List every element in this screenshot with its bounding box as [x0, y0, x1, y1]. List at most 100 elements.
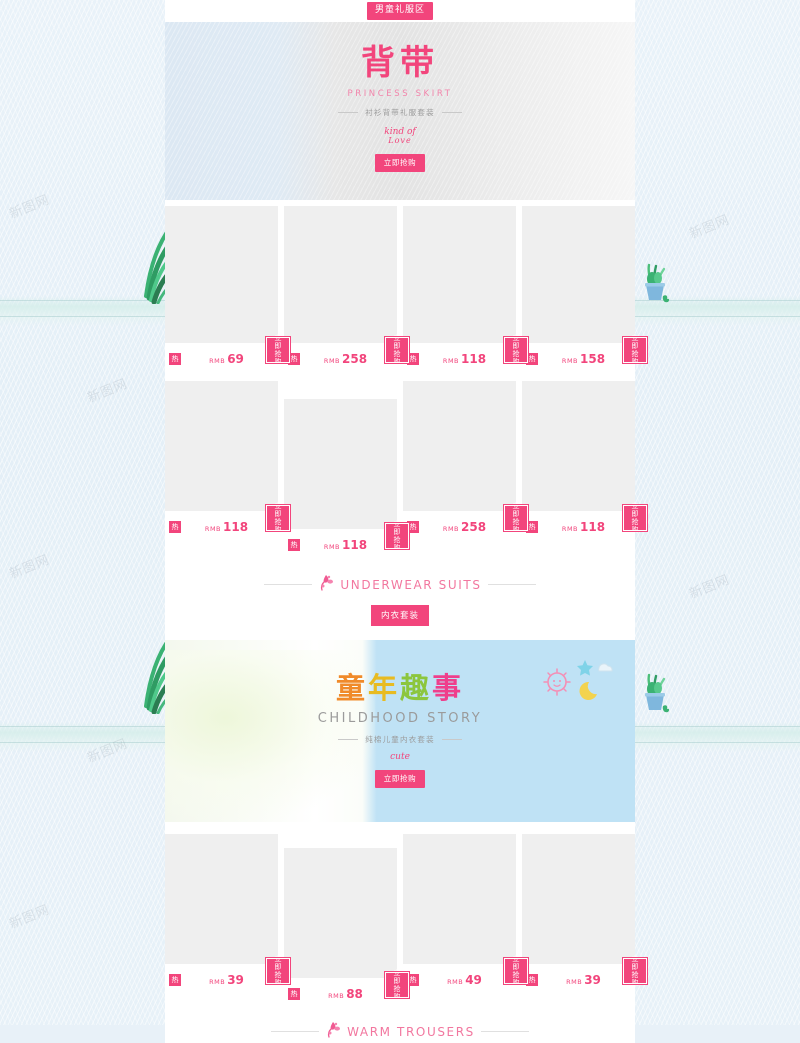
banner1-title: 背带 [361, 43, 439, 83]
product-price: RMB 49 [419, 971, 510, 989]
section-title-row: UNDERWEAR SUITS [165, 573, 635, 596]
price-amount: 39 [227, 973, 244, 987]
product-price: RMB 39 [538, 971, 629, 989]
buy-now-button[interactable]: 立即 抢购 [503, 501, 529, 534]
buy-button-line1: 立即 [393, 333, 401, 350]
main-content-column: 男童礼服区 背带 PRINCESS SKIRT 衬衫背带礼服套装 kind of… [165, 0, 648, 1043]
price-amount: 258 [461, 520, 487, 534]
buy-button-line1: 立即 [631, 333, 639, 350]
product-card[interactable]: 热 RMB 258 立即 抢购 [284, 206, 410, 371]
currency-label: RMB [442, 525, 460, 533]
product-card[interactable]: 热 RMB 39 立即 抢购 [522, 834, 648, 1006]
buy-button-line2: 抢购 [512, 350, 520, 367]
banner2-title-char-0: 童 [335, 671, 368, 705]
product-image[interactable] [403, 381, 516, 511]
price-amount: 118 [580, 520, 606, 534]
buy-button-line2: 抢购 [631, 518, 639, 535]
rule-line-left [338, 739, 359, 740]
buy-button-line1: 立即 [274, 954, 282, 971]
product-price-bar: 热 RMB 49 立即 抢购 [403, 955, 529, 992]
product-card[interactable]: 热 RMB 39 立即 抢购 [165, 834, 291, 1006]
section-title-row: WARM TROUSERS [165, 1020, 635, 1043]
buy-now-button[interactable]: 立即 抢购 [503, 333, 529, 367]
product-price-bar: 热 RMB 118 立即 抢购 [284, 520, 410, 557]
product-price: RMB 88 [300, 985, 391, 1003]
hot-badge: 热 [288, 539, 300, 551]
buy-now-button[interactable]: 立即 抢购 [622, 502, 648, 535]
top-category-tag-row: 男童礼服区 [165, 0, 635, 22]
buy-button-line1: 立即 [512, 333, 520, 350]
banner1-subtitle-cn: 衬衫背带礼服套装 [365, 108, 435, 117]
product-price: RMB 158 [538, 350, 629, 368]
section-underwear-suits: UNDERWEAR SUITS 内衣套装 [165, 557, 635, 626]
product-image[interactable] [165, 206, 278, 343]
product-card[interactable]: 热 RMB 69 立即 抢购 [165, 206, 291, 371]
product-card[interactable]: 热 RMB 118 立即 抢购 [522, 381, 648, 557]
banner2-subtitle-en: CHILDHOOD STORY [317, 711, 483, 726]
banner-princess-skirt[interactable]: 背带 PRINCESS SKIRT 衬衫背带礼服套装 kind of Love … [165, 22, 635, 200]
product-price-bar: 热 RMB 158 立即 抢购 [522, 334, 648, 371]
buy-button-line2: 抢购 [274, 971, 282, 988]
product-image[interactable] [522, 381, 635, 511]
buy-now-button[interactable]: 立即 抢购 [384, 333, 410, 366]
hot-badge: 热 [169, 353, 181, 365]
product-grid-3: 热 RMB 39 立即 抢购 热 RMB 88 立即 抢购 热 RMB 49 立… [165, 822, 648, 1006]
buy-button-line2: 抢购 [393, 536, 401, 553]
banner-childhood-story[interactable]: 童年趣事 CHILDHOOD STORY 纯棉儿童内衣套装 cute 立即抢购 [165, 640, 635, 822]
buy-button-line1: 立即 [512, 501, 520, 518]
section-badge-row: 内衣套装 [165, 605, 635, 626]
product-image[interactable] [165, 834, 278, 964]
buy-now-button[interactable]: 立即 抢购 [622, 954, 648, 987]
product-price-bar: 热 RMB 69 立即 抢购 [165, 334, 291, 371]
product-price: RMB 118 [300, 536, 391, 554]
product-image[interactable] [284, 399, 397, 529]
buy-now-button[interactable]: 立即 抢购 [384, 520, 410, 553]
buy-button-line2: 抢购 [393, 985, 401, 1002]
buy-now-button[interactable]: 立即 抢购 [265, 954, 291, 988]
buy-button-line1: 立即 [631, 954, 639, 971]
banner1-subtitle-en: PRINCESS SKIRT [347, 89, 453, 99]
section-badge-cn[interactable]: 内衣套装 [370, 605, 429, 626]
product-card[interactable]: 热 RMB 118 立即 抢购 [284, 399, 410, 557]
top-category-tag[interactable]: 男童礼服区 [366, 2, 433, 20]
product-price: RMB 118 [419, 350, 510, 368]
buy-button-line1: 立即 [274, 333, 282, 350]
buy-now-button[interactable]: 立即 抢购 [384, 968, 410, 1002]
rule-line-left [338, 112, 359, 113]
currency-label: RMB [204, 525, 222, 533]
product-price: RMB 118 [181, 518, 272, 536]
product-image[interactable] [165, 381, 278, 511]
rule-line-right [441, 112, 462, 113]
product-card[interactable]: 热 RMB 258 立即 抢购 [403, 381, 529, 557]
product-image[interactable] [403, 206, 516, 343]
product-price: RMB 258 [419, 518, 510, 536]
product-price-bar: 热 RMB 118 立即 抢购 [522, 502, 648, 539]
product-card[interactable]: 热 RMB 158 立即 抢购 [522, 206, 648, 371]
product-image[interactable] [522, 206, 635, 343]
buy-now-button[interactable]: 立即 抢购 [622, 333, 648, 366]
product-image[interactable] [522, 834, 635, 964]
currency-label: RMB [328, 992, 345, 1000]
currency-label: RMB [323, 357, 341, 365]
product-card[interactable]: 热 RMB 118 立即 抢购 [403, 206, 529, 371]
product-image[interactable] [284, 848, 397, 978]
buy-now-button[interactable]: 立即 抢购 [503, 955, 529, 987]
buy-button-line1: 立即 [393, 968, 401, 985]
banner2-script-line1: cute [390, 752, 410, 762]
product-image[interactable] [403, 834, 516, 964]
product-price: RMB 39 [181, 971, 272, 989]
banner2-buy-now-button[interactable]: 立即抢购 [374, 770, 426, 789]
product-grid-1: 热 RMB 69 立即 抢购 热 RMB 258 立即 抢购 热 RMB 118… [165, 200, 648, 371]
hot-badge: 热 [288, 988, 300, 1000]
banner2-title: 童年趣事 [336, 674, 464, 703]
price-amount: 258 [342, 352, 368, 366]
currency-label: RMB [442, 357, 460, 365]
product-image[interactable] [284, 206, 397, 343]
product-card[interactable]: 热 RMB 118 立即 抢购 [165, 381, 291, 557]
banner1-buy-now-button[interactable]: 立即抢购 [374, 153, 426, 172]
buy-now-button[interactable]: 立即 抢购 [265, 502, 291, 534]
buy-now-button[interactable]: 立即 抢购 [265, 333, 291, 366]
product-card[interactable]: 热 RMB 49 立即 抢购 [403, 834, 529, 1006]
currency-label: RMB [561, 525, 579, 533]
product-card[interactable]: 热 RMB 88 立即 抢购 [284, 848, 410, 1006]
